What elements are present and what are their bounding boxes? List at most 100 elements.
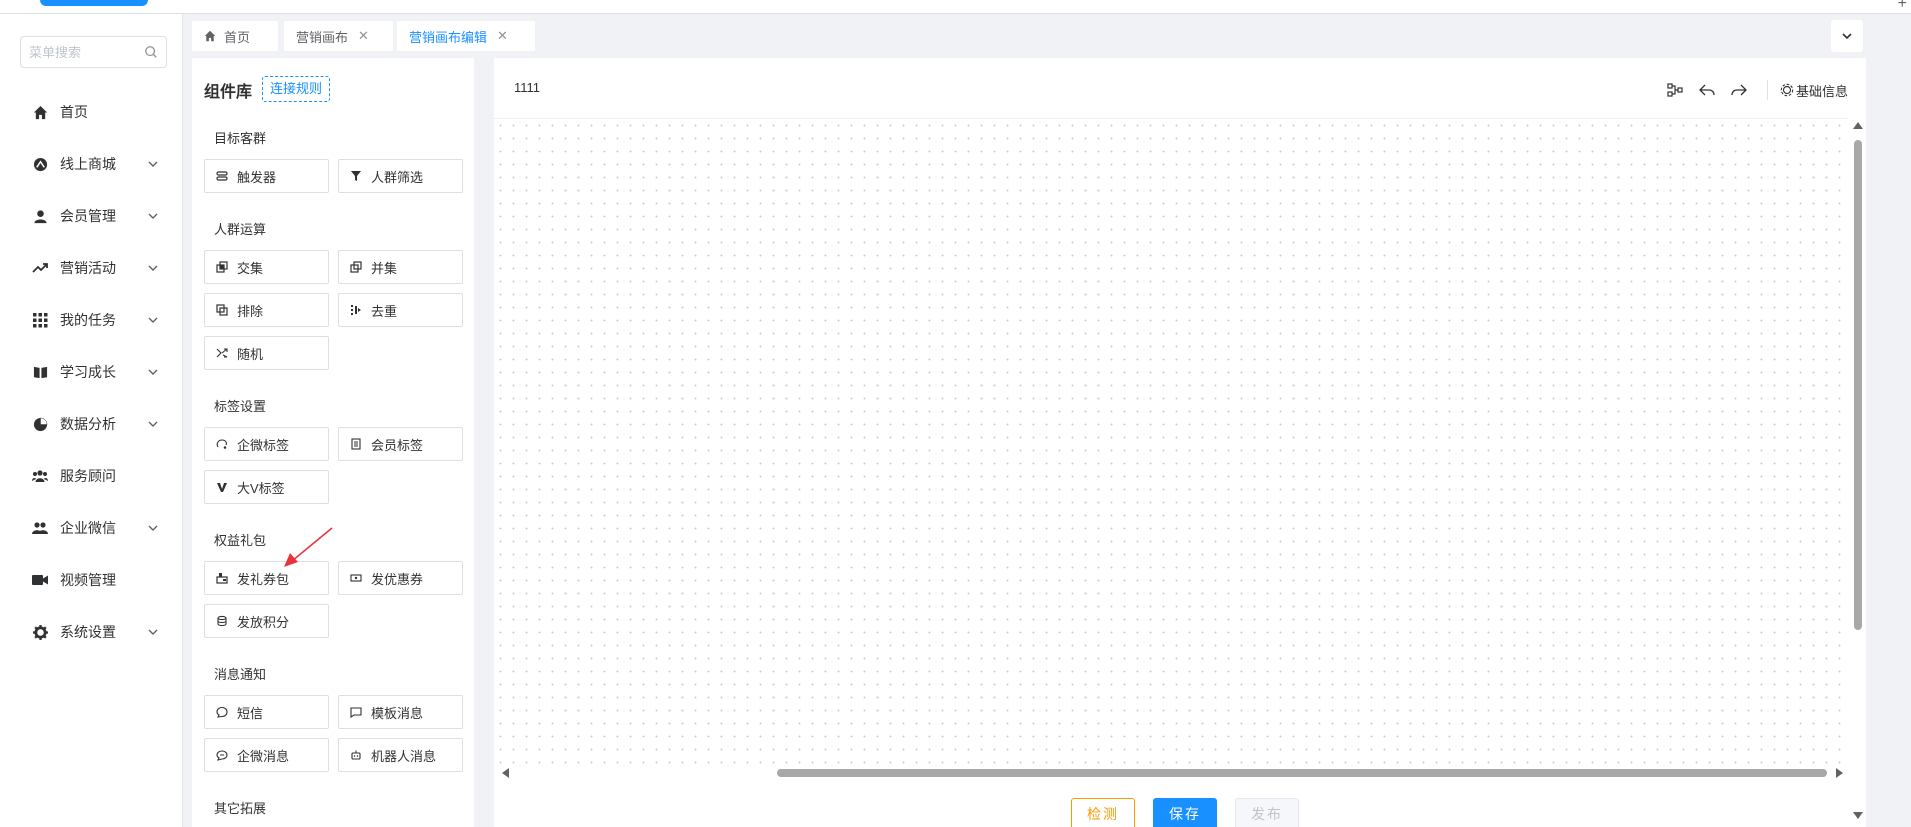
gear-icon: [32, 624, 48, 640]
chevron-down-icon: [1842, 33, 1852, 40]
sidebar-item-tasks[interactable]: 我的任务: [0, 294, 183, 346]
component-v-tag[interactable]: 大V标签: [204, 470, 329, 504]
intersect-icon: [215, 260, 229, 274]
basic-info-button[interactable]: 基础信息: [1780, 81, 1848, 100]
group-title: 权益礼包: [214, 533, 267, 548]
chevron-down-icon: [148, 317, 158, 323]
scroll-thumb[interactable]: [1854, 140, 1862, 630]
component-label: 排除: [237, 303, 264, 319]
trigger-icon: [215, 169, 229, 183]
canvas-panel: 1111 基础信息 检测 保存 发布: [494, 58, 1866, 827]
scroll-thumb[interactable]: [777, 769, 1827, 777]
tab-marketing-canvas-edit[interactable]: 营销画布编辑 ✕: [397, 21, 535, 51]
component-robot-message[interactable]: 机器人消息: [338, 738, 463, 772]
redo-icon[interactable]: [1727, 78, 1751, 102]
canvas-grid[interactable]: [494, 118, 1848, 774]
robot-icon: [349, 748, 363, 762]
scroll-up-arrow[interactable]: [1853, 122, 1863, 129]
component-label: 交集: [237, 260, 264, 276]
group-title: 目标客群: [214, 131, 267, 146]
tab-label: 首页: [224, 29, 251, 45]
scroll-right-arrow[interactable]: [1836, 768, 1843, 778]
group-title: 人群运算: [214, 222, 267, 237]
tab-marketing-canvas[interactable]: 营销画布 ✕: [284, 21, 393, 51]
chevron-down-icon: [148, 525, 158, 531]
group-title: 消息通知: [214, 667, 267, 682]
search-icon[interactable]: [144, 45, 158, 59]
component-sms[interactable]: 短信: [204, 695, 329, 729]
sidebar-item-online-store[interactable]: 线上商城: [0, 138, 183, 190]
check-button[interactable]: 检测: [1071, 798, 1135, 827]
chevron-down-icon: [148, 421, 158, 427]
component-library-panel: 组件库 连接规则 目标客群 触发器 人群筛选 人群运算 交集 并集 排除 去重 …: [192, 58, 474, 827]
sidebar-item-learning[interactable]: 学习成长: [0, 346, 183, 398]
close-icon[interactable]: ✕: [358, 28, 369, 44]
component-label: 企微标签: [237, 437, 290, 453]
vertical-scrollbar[interactable]: [1848, 118, 1866, 819]
menu-search[interactable]: [20, 36, 167, 68]
component-dedupe[interactable]: 去重: [338, 293, 463, 327]
wecom-msg-icon: [215, 748, 229, 762]
sidebar-item-home[interactable]: 首页: [0, 86, 183, 138]
undo-icon[interactable]: [1695, 78, 1719, 102]
sidebar-item-label: 营销活动: [60, 260, 116, 276]
publish-button[interactable]: 发布: [1235, 798, 1299, 827]
component-gift-coupon-pack[interactable]: 发礼券包: [204, 561, 329, 595]
sidebar-item-marketing[interactable]: 营销活动: [0, 242, 183, 294]
sidebar-item-label: 系统设置: [60, 624, 116, 640]
sidebar-item-members[interactable]: 会员管理: [0, 190, 183, 242]
save-button[interactable]: 保存: [1153, 798, 1217, 827]
gift-icon: [215, 571, 229, 585]
store-icon: [32, 156, 48, 172]
scroll-left-arrow[interactable]: [502, 768, 509, 778]
tab-home[interactable]: 首页: [192, 21, 278, 51]
sidebar-item-analytics[interactable]: 数据分析: [0, 398, 183, 450]
points-icon: [215, 614, 229, 628]
component-label: 机器人消息: [371, 748, 437, 764]
top-strip: +: [0, 0, 1911, 14]
component-random[interactable]: 随机: [204, 336, 329, 370]
wecom-tag-icon: [215, 437, 229, 451]
component-wecom-message[interactable]: 企微消息: [204, 738, 329, 772]
horizontal-scrollbar[interactable]: [494, 764, 1848, 782]
group-title: 标签设置: [214, 399, 267, 414]
connection-rules-button[interactable]: 连接规则: [262, 76, 331, 102]
sidebar-menu: 首页 线上商城 会员管理 营销活动 我的任务 学习成长 数据分析 服务顾问 企业…: [0, 86, 183, 658]
component-points[interactable]: 发放积分: [204, 604, 329, 638]
component-crowd-filter[interactable]: 人群筛选: [338, 159, 463, 193]
template-msg-icon: [349, 705, 363, 719]
sms-icon: [215, 705, 229, 719]
component-label: 模板消息: [371, 705, 424, 721]
component-label: 短信: [237, 705, 264, 721]
member-tag-icon: [349, 437, 363, 451]
component-intersection[interactable]: 交集: [204, 250, 329, 284]
trend-icon: [32, 260, 48, 276]
component-coupon[interactable]: 发优惠券: [338, 561, 463, 595]
component-label: 大V标签: [237, 480, 285, 496]
sidebar-item-advisor[interactable]: 服务顾问: [0, 450, 183, 502]
coupon-icon: [349, 571, 363, 585]
layout-icon[interactable]: [1663, 78, 1687, 102]
component-wecom-tag[interactable]: 企微标签: [204, 427, 329, 461]
sidebar-item-settings[interactable]: 系统设置: [0, 606, 183, 658]
tab-label: 营销画布: [296, 29, 349, 45]
component-member-tag[interactable]: 会员标签: [338, 427, 463, 461]
basic-info-label: 基础信息: [1795, 83, 1848, 99]
shuffle-icon: [215, 346, 229, 360]
close-icon[interactable]: ✕: [497, 28, 508, 44]
team-icon: [32, 520, 48, 536]
component-union[interactable]: 并集: [338, 250, 463, 284]
sidebar-item-video[interactable]: 视频管理: [0, 554, 183, 606]
plus-icon[interactable]: +: [1898, 0, 1907, 13]
tabs-bar: 首页 营销画布 ✕ 营销画布编辑 ✕: [192, 14, 1872, 56]
menu-search-input[interactable]: [21, 37, 131, 67]
v-tag-icon: [215, 480, 229, 494]
sidebar-item-label: 企业微信: [60, 520, 116, 536]
sidebar-item-label: 数据分析: [60, 416, 116, 432]
video-icon: [32, 572, 48, 588]
sidebar-item-wecom[interactable]: 企业微信: [0, 502, 183, 554]
component-template-message[interactable]: 模板消息: [338, 695, 463, 729]
component-exclude[interactable]: 排除: [204, 293, 329, 327]
tabs-dropdown-button[interactable]: [1831, 20, 1863, 52]
component-trigger[interactable]: 触发器: [204, 159, 329, 193]
